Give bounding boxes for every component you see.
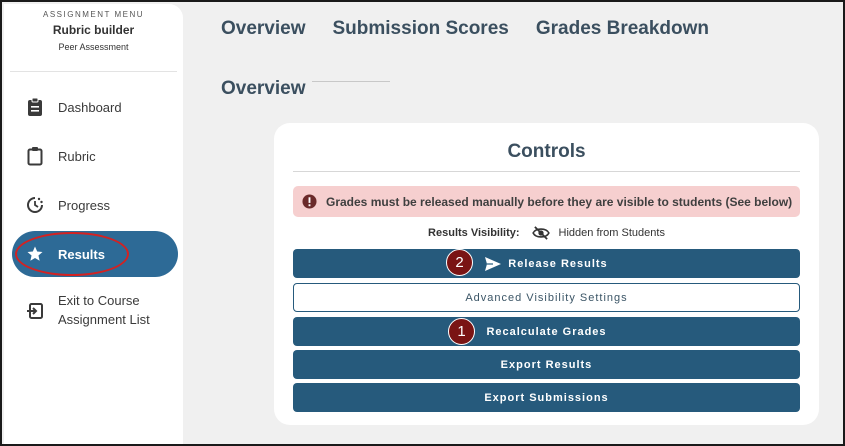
tab-submission-scores[interactable]: Submission Scores (333, 18, 509, 40)
menu-kicker: ASSIGNMENT MENU (42, 10, 145, 19)
sidebar-item-label: Progress (58, 197, 111, 213)
step-1-badge: 1 (448, 318, 475, 345)
sidebar-item-rubric[interactable]: Rubric (12, 133, 178, 179)
alert-icon (302, 194, 326, 209)
app-window: ASSIGNMENT MENU Rubric builder Peer Asse… (0, 0, 845, 446)
tab-overview[interactable]: Overview (221, 18, 306, 40)
tab-grades-breakdown[interactable]: Grades Breakdown (536, 18, 709, 40)
controls-title: Controls (507, 141, 586, 162)
export-results-label: Export Results (500, 358, 593, 371)
export-submissions-label: Export Submissions (484, 391, 609, 404)
star-icon (12, 245, 58, 263)
sidebar-item-label: Rubric (58, 148, 96, 164)
send-icon (485, 256, 502, 271)
sidebar-item-progress[interactable]: Progress (12, 182, 178, 228)
sidebar-item-results[interactable]: Results (12, 231, 178, 277)
sidebar-item-label: Results (58, 246, 105, 262)
visibility-value: Hidden from Students (558, 227, 665, 239)
sidebar-item-exit[interactable]: Exit to Course Assignment List (12, 291, 178, 335)
export-submissions-button[interactable]: Export Submissions (293, 383, 800, 412)
section-divider (312, 81, 390, 82)
export-results-button[interactable]: Export Results (293, 350, 800, 379)
clipboard-filled-icon (12, 97, 58, 117)
controls-divider (293, 171, 800, 172)
eye-off-icon (531, 226, 550, 240)
visibility-label: Results Visibility: (428, 227, 520, 239)
exit-icon (12, 291, 58, 320)
recalculate-grades-label: Recalculate Grades (486, 325, 607, 338)
release-results-button[interactable]: Release Results (293, 249, 800, 278)
release-results-label: Release Results (508, 257, 608, 270)
assignment-menu-header: ASSIGNMENT MENU Rubric builder Peer Asse… (10, 4, 177, 72)
sidebar-item-dashboard[interactable]: Dashboard (12, 84, 178, 130)
assignment-subtitle: Peer Assessment (58, 42, 129, 52)
alert-text: Grades must be released manually before … (326, 194, 793, 209)
sidebar-item-label: Exit to Course Assignment List (58, 291, 150, 329)
sidebar: ASSIGNMENT MENU Rubric builder Peer Asse… (4, 4, 183, 444)
release-alert: Grades must be released manually before … (293, 186, 800, 217)
progress-icon (12, 196, 58, 214)
recalculate-grades-button[interactable]: Recalculate Grades (293, 317, 800, 346)
results-visibility: Results Visibility: Hidden from Students (293, 223, 800, 243)
sidebar-item-label: Dashboard (58, 99, 122, 115)
advanced-visibility-label: Advanced Visibility Settings (465, 291, 628, 304)
top-tabs: Overview Submission Scores Grades Breakd… (221, 18, 709, 40)
controls-card: Controls Grades must be released manuall… (274, 123, 819, 425)
clipboard-outline-icon (12, 146, 58, 166)
sidebar-item-label-line1: Exit to Course (58, 293, 140, 308)
assignment-title: Rubric builder (52, 23, 135, 37)
step-2-badge: 2 (446, 249, 473, 276)
advanced-visibility-settings-button[interactable]: Advanced Visibility Settings (293, 283, 800, 312)
sidebar-item-label-line2: Assignment List (58, 312, 150, 327)
section-title: Overview (221, 78, 306, 99)
